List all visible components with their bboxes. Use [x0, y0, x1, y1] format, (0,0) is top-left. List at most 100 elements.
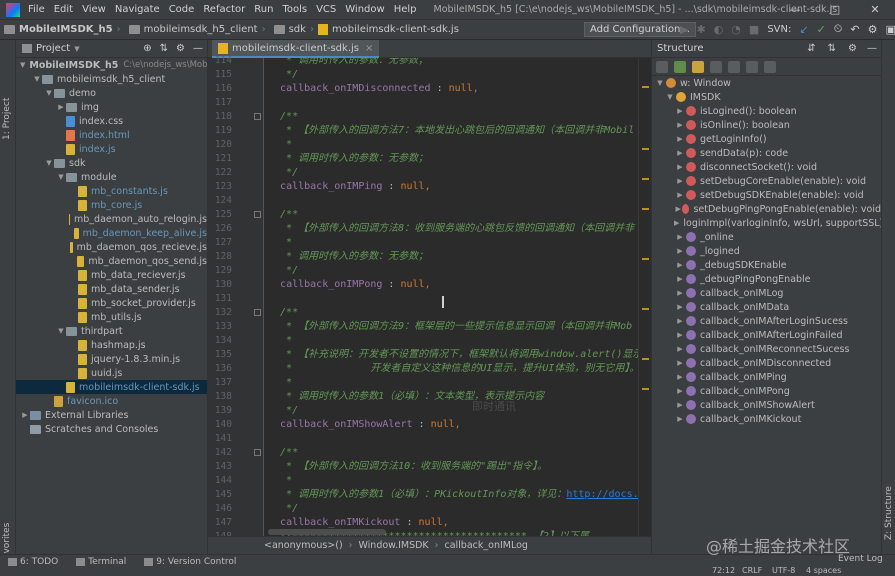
structure-item[interactable]: ▶ callback_onIMData: [652, 300, 881, 314]
tree-item[interactable]: mb_utils.js: [16, 310, 207, 324]
tree-item[interactable]: ▶ External Libraries: [16, 408, 207, 422]
autoscroll-from-source-icon[interactable]: [764, 60, 776, 73]
chevron-right-icon[interactable]: ▶: [674, 373, 686, 381]
tree-item[interactable]: favicon.ico: [16, 394, 207, 408]
breadcrumb-item[interactable]: callback_onIMLog: [444, 540, 527, 551]
chevron-down-icon[interactable]: ▼: [74, 45, 79, 53]
menu-run[interactable]: Run: [254, 4, 273, 15]
chevron-right-icon[interactable]: ▶: [674, 107, 686, 115]
layout-icon[interactable]: ▣: [885, 23, 895, 36]
structure-tool-tab[interactable]: Z: Structure: [884, 486, 894, 540]
close-button[interactable]: ✕: [855, 0, 895, 20]
tree-item[interactable]: mb_daemon_qos_send.js: [16, 254, 207, 268]
collapse-all-icon[interactable]: ⇅: [828, 43, 836, 54]
todo-tool-button[interactable]: 6: TODO: [8, 557, 58, 567]
chevron-right-icon[interactable]: ▶: [674, 247, 686, 255]
menu-tools[interactable]: Tools: [282, 4, 307, 15]
menu-code[interactable]: Code: [169, 4, 195, 15]
horizontal-scrollbar[interactable]: [268, 529, 386, 535]
maximize-button[interactable]: □: [815, 0, 855, 20]
fold-marker-icon[interactable]: [254, 113, 261, 120]
tree-item[interactable]: mb_socket_provider.js: [16, 296, 207, 310]
structure-item[interactable]: ▶ getLoginInfo(): [652, 132, 881, 146]
code-editor[interactable]: * 调用时传入的参数：无参数； */ callback_onIMDisconne…: [264, 58, 651, 536]
menu-refactor[interactable]: Refactor: [203, 4, 245, 15]
chevron-right-icon[interactable]: ▶: [674, 121, 686, 129]
chevron-down-icon[interactable]: ▼: [56, 173, 66, 181]
chevron-right-icon[interactable]: ▶: [674, 177, 686, 185]
warning-mark[interactable]: [642, 208, 649, 210]
tree-item[interactable]: index.css: [16, 114, 207, 128]
filter-icon[interactable]: [728, 60, 740, 73]
tree-item[interactable]: mb_data_sender.js: [16, 282, 207, 296]
structure-item[interactable]: ▶ callback_onIMPing: [652, 370, 881, 384]
sort-alpha-icon[interactable]: [656, 60, 668, 73]
crumb-file[interactable]: mobileimsdk-client-sdk.js: [317, 24, 459, 35]
settings-icon[interactable]: ⚙: [868, 23, 878, 36]
fold-marker-icon[interactable]: [254, 449, 261, 456]
structure-item[interactable]: ▶ _debugSDKEnable: [652, 258, 881, 272]
chevron-down-icon[interactable]: ▼: [664, 93, 676, 101]
coverage-icon[interactable]: ◐: [714, 23, 724, 36]
structure-item[interactable]: ▶ setDebugSDKEnable(enable): void: [652, 188, 881, 202]
tree-item[interactable]: jquery-1.8.3.min.js: [16, 352, 207, 366]
structure-item[interactable]: ▶ isLogined(): boolean: [652, 104, 881, 118]
tree-item[interactable]: ▼ thirdpart: [16, 324, 207, 338]
hide-icon[interactable]: —: [867, 43, 877, 54]
show-fields-icon[interactable]: [674, 60, 686, 73]
collapse-icon[interactable]: ⇅: [160, 43, 168, 54]
history-icon[interactable]: ⏲: [834, 22, 843, 36]
chevron-right-icon[interactable]: ▶: [674, 191, 686, 199]
tree-item[interactable]: ▼ demo: [16, 86, 207, 100]
menu-file[interactable]: File: [28, 4, 45, 15]
chevron-down-icon[interactable]: ▼: [32, 75, 42, 83]
crumb-client[interactable]: mobileimsdk_h5_client ›: [125, 24, 266, 35]
version-control-tool-button[interactable]: 9: Version Control: [144, 557, 236, 567]
fold-marker-icon[interactable]: [254, 309, 261, 316]
chevron-right-icon[interactable]: ▶: [674, 205, 682, 213]
tree-item[interactable]: ▼ mobileimsdk_h5_client: [16, 72, 207, 86]
show-properties-icon[interactable]: [692, 60, 704, 73]
hide-icon[interactable]: —: [193, 43, 203, 54]
structure-item[interactable]: ▶ _online: [652, 230, 881, 244]
menu-window[interactable]: Window: [345, 4, 384, 15]
warning-mark[interactable]: [642, 178, 649, 180]
tab-mobileimsdk-client-sdk[interactable]: mobileimsdk-client-sdk.js ×: [212, 40, 380, 58]
structure-item[interactable]: ▶ callback_onIMDisconnected: [652, 356, 881, 370]
autoscroll-to-source-icon[interactable]: [746, 60, 758, 73]
chevron-down-icon[interactable]: ▼: [654, 79, 666, 87]
tree-item[interactable]: mb_daemon_auto_relogin.js: [16, 212, 207, 226]
chevron-right-icon[interactable]: ▶: [674, 219, 679, 227]
structure-item[interactable]: ▶ callback_onIMAfterLoginFailed: [652, 328, 881, 342]
revert-icon[interactable]: ↶: [850, 23, 859, 36]
tree-item[interactable]: mobileimsdk-client-sdk.js: [16, 380, 207, 394]
code-token[interactable]: http://docs.5: [566, 489, 644, 500]
structure-item[interactable]: ▼ IMSDK: [652, 90, 881, 104]
chevron-right-icon[interactable]: ▶: [674, 317, 686, 325]
close-tab-icon[interactable]: ×: [365, 43, 373, 54]
gear-icon[interactable]: ⚙: [848, 43, 857, 54]
menu-vcs[interactable]: VCS: [316, 4, 336, 15]
chevron-right-icon[interactable]: ▶: [674, 303, 686, 311]
structure-item[interactable]: ▶ setDebugCoreEnable(enable): void: [652, 174, 881, 188]
terminal-tool-button[interactable]: Terminal: [76, 557, 126, 567]
structure-item[interactable]: ▶ callback_onIMLog: [652, 286, 881, 300]
tree-item[interactable]: ▼ module: [16, 170, 207, 184]
indent-setting[interactable]: 4 spaces: [806, 566, 841, 575]
run-icon[interactable]: ▶: [680, 23, 688, 36]
chevron-down-icon[interactable]: ▼: [20, 61, 25, 69]
line-separator[interactable]: CRLF: [742, 566, 762, 575]
update-icon[interactable]: ↙: [799, 23, 808, 36]
tree-item[interactable]: uuid.js: [16, 366, 207, 380]
chevron-right-icon[interactable]: ▶: [674, 233, 686, 241]
structure-item[interactable]: ▼ w: Window: [652, 76, 881, 90]
fold-marker-icon[interactable]: [254, 211, 261, 218]
minimize-button[interactable]: —: [775, 0, 815, 20]
menu-edit[interactable]: Edit: [54, 4, 73, 15]
tree-item[interactable]: hashmap.js: [16, 338, 207, 352]
tree-item[interactable]: ▼ MobileIMSDK_h5 C:\e\nodejs_ws\MobileIMSD…: [16, 58, 207, 72]
structure-item[interactable]: ▶ loginImpl(varloginInfo, wsUrl, supportS…: [652, 216, 881, 230]
structure-item[interactable]: ▶ isOnline(): boolean: [652, 118, 881, 132]
structure-item[interactable]: ▶ _logined: [652, 244, 881, 258]
warning-mark[interactable]: [642, 258, 649, 260]
